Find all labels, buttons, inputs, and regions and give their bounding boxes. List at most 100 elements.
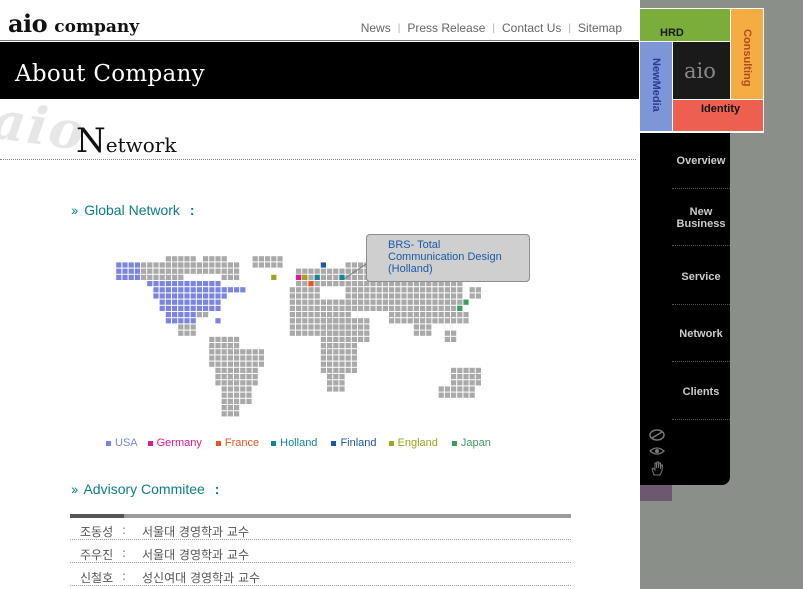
sidenav-service[interactable]: Service xyxy=(672,249,730,305)
nav-news[interactable]: News xyxy=(361,21,391,35)
map-cell xyxy=(444,392,450,398)
map-cell xyxy=(451,336,457,342)
map-cell xyxy=(184,281,190,287)
map-cell xyxy=(457,287,463,293)
map-cell xyxy=(339,330,345,336)
map-cell xyxy=(234,274,240,280)
map-cell xyxy=(407,287,413,293)
map-cell xyxy=(339,312,345,318)
map-marker xyxy=(320,262,326,268)
map-cell xyxy=(463,312,469,318)
map-cell xyxy=(203,312,209,318)
hand-icon[interactable] xyxy=(648,460,666,476)
map-cell xyxy=(351,324,357,330)
legend-label: Holland xyxy=(280,437,318,449)
map-cell xyxy=(221,256,227,262)
map-cell xyxy=(215,299,221,305)
map-cell xyxy=(190,256,196,262)
map-cell xyxy=(234,262,240,268)
nav-contact-us[interactable]: Contact Us xyxy=(502,21,561,35)
map-cell xyxy=(227,386,233,392)
map-cell xyxy=(327,349,333,355)
map-cell xyxy=(426,287,432,293)
map-cell xyxy=(438,287,444,293)
sidenav-new-business[interactable]: New Business xyxy=(672,190,730,246)
map-cell xyxy=(153,281,159,287)
map-cell xyxy=(234,374,240,380)
map-cell xyxy=(351,343,357,349)
map-cell xyxy=(333,367,339,373)
callout-line: Communication Design xyxy=(388,251,502,263)
map-cell xyxy=(147,274,153,280)
nav-press-release[interactable]: Press Release xyxy=(407,21,485,35)
map-cell xyxy=(203,256,209,262)
map-cell xyxy=(426,293,432,299)
brand-newmedia-tile[interactable]: NewMedia xyxy=(640,42,672,131)
map-cell xyxy=(190,324,196,330)
map-cell xyxy=(351,361,357,367)
map-cell xyxy=(172,318,178,324)
map-cell xyxy=(246,392,252,398)
brand-hrd-tile[interactable]: HRD xyxy=(640,9,730,41)
map-cell xyxy=(376,293,382,299)
map-cell xyxy=(178,293,184,299)
map-cell xyxy=(227,287,233,293)
eye-icon[interactable] xyxy=(648,444,666,458)
map-cell xyxy=(358,336,364,342)
map-cell xyxy=(333,274,339,280)
map-cell xyxy=(469,287,475,293)
map-cell xyxy=(116,274,122,280)
map-cell xyxy=(432,299,438,305)
map-cell xyxy=(345,349,351,355)
map-cell xyxy=(345,281,351,287)
section-title: Network xyxy=(76,121,176,161)
map-cell xyxy=(178,299,184,305)
map-cell xyxy=(327,367,333,373)
chevron-double-icon: ›› xyxy=(71,202,78,218)
map-cell xyxy=(289,324,295,330)
map-cell xyxy=(438,392,444,398)
legend-item-japan: Japan xyxy=(451,437,491,449)
coin-icon[interactable] xyxy=(648,428,666,442)
map-cell xyxy=(234,392,240,398)
map-cell xyxy=(339,374,345,380)
map-cell xyxy=(444,287,450,293)
map-cell xyxy=(333,374,339,380)
sidenav-clients[interactable]: Clients xyxy=(672,364,730,420)
map-cell xyxy=(178,318,184,324)
sidenav-network[interactable]: Network xyxy=(672,306,730,362)
brand-identity-label: Identity xyxy=(701,103,741,115)
map-cell xyxy=(147,262,153,268)
map-cell xyxy=(128,274,134,280)
nav-sitemap[interactable]: Sitemap xyxy=(578,21,622,35)
map-cell xyxy=(395,299,401,305)
advisory-row: 신철호 : 성신여대 경영학과 교수 xyxy=(70,564,571,586)
map-cell xyxy=(172,312,178,318)
map-cell xyxy=(395,318,401,324)
map-cell xyxy=(370,299,376,305)
brand-identity-tile[interactable]: Identity xyxy=(673,100,763,131)
brand-consulting-tile[interactable]: Consulting xyxy=(731,9,763,99)
company-logo[interactable]: aio company xyxy=(8,9,139,38)
map-cell xyxy=(469,386,475,392)
map-cell xyxy=(327,312,333,318)
legend-item-finland: Finland xyxy=(331,437,377,449)
map-cell xyxy=(413,312,419,318)
map-cell xyxy=(240,355,246,361)
map-cell xyxy=(320,305,326,311)
map-cell xyxy=(339,343,345,349)
map-cell xyxy=(345,312,351,318)
map-cell xyxy=(234,405,240,411)
legend-swatch xyxy=(331,440,337,446)
map-cell xyxy=(469,380,475,386)
map-cell xyxy=(165,262,171,268)
map-cell xyxy=(209,299,215,305)
brand-aio-logo[interactable]: aio xyxy=(673,42,730,99)
map-cell xyxy=(252,380,258,386)
map-cell xyxy=(358,299,364,305)
map-cell xyxy=(351,293,357,299)
sidenav-overview[interactable]: Overview xyxy=(672,133,730,189)
map-cell xyxy=(451,312,457,318)
map-cell xyxy=(234,398,240,404)
map-cell xyxy=(302,318,308,324)
